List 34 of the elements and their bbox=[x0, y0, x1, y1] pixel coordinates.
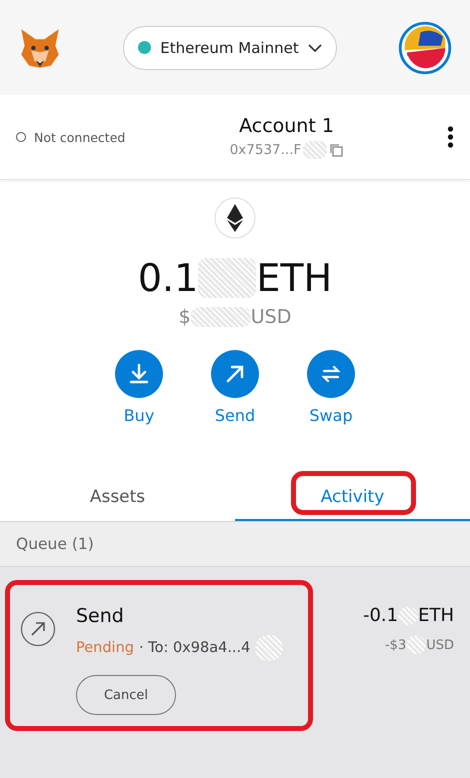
transaction-fiat: -$3 bbox=[384, 638, 406, 652]
more-options-icon[interactable] bbox=[447, 126, 454, 148]
redaction-blur bbox=[190, 307, 251, 327]
status-circle-icon bbox=[16, 132, 26, 142]
queue-label: Queue (1) bbox=[16, 535, 94, 553]
account-name[interactable]: Account 1 bbox=[239, 115, 334, 137]
download-icon bbox=[127, 362, 151, 386]
balance-amount: 0.1 bbox=[138, 256, 198, 300]
balance-unit: ETH bbox=[256, 256, 332, 300]
fiat-unit: USD bbox=[250, 306, 292, 328]
connection-status: Not connected bbox=[34, 130, 126, 144]
chevron-down-icon bbox=[308, 44, 322, 52]
action-label[interactable]: Send bbox=[214, 406, 256, 425]
redaction-blur bbox=[198, 258, 256, 298]
transaction-amount: -0.1 bbox=[362, 605, 398, 626]
transaction-fiat-unit: USD bbox=[426, 638, 454, 652]
transaction-recipient: · To: 0x98a4...4 bbox=[138, 640, 250, 656]
buy-action-button[interactable] bbox=[115, 350, 163, 398]
account-avatar[interactable] bbox=[398, 20, 452, 74]
action-label[interactable]: Buy bbox=[124, 406, 154, 425]
fiat-prefix: $ bbox=[178, 306, 191, 328]
send-action-button[interactable] bbox=[211, 350, 259, 398]
network-selector[interactable]: Ethereum Mainnet bbox=[123, 26, 337, 70]
redaction-blur bbox=[303, 141, 328, 159]
transaction-status: Pending bbox=[76, 640, 134, 656]
account-address[interactable]: 0x7537...F bbox=[230, 142, 302, 158]
transaction-unit: ETH bbox=[418, 605, 454, 626]
transaction-title: Send bbox=[76, 605, 124, 627]
tab[interactable]: Assets bbox=[0, 475, 235, 521]
swap-action-button[interactable] bbox=[307, 350, 355, 398]
action-label[interactable]: Swap bbox=[309, 406, 353, 425]
copy-icon[interactable] bbox=[329, 143, 344, 157]
ethereum-icon bbox=[213, 196, 257, 240]
cancel-button[interactable]: Cancel bbox=[76, 675, 176, 715]
